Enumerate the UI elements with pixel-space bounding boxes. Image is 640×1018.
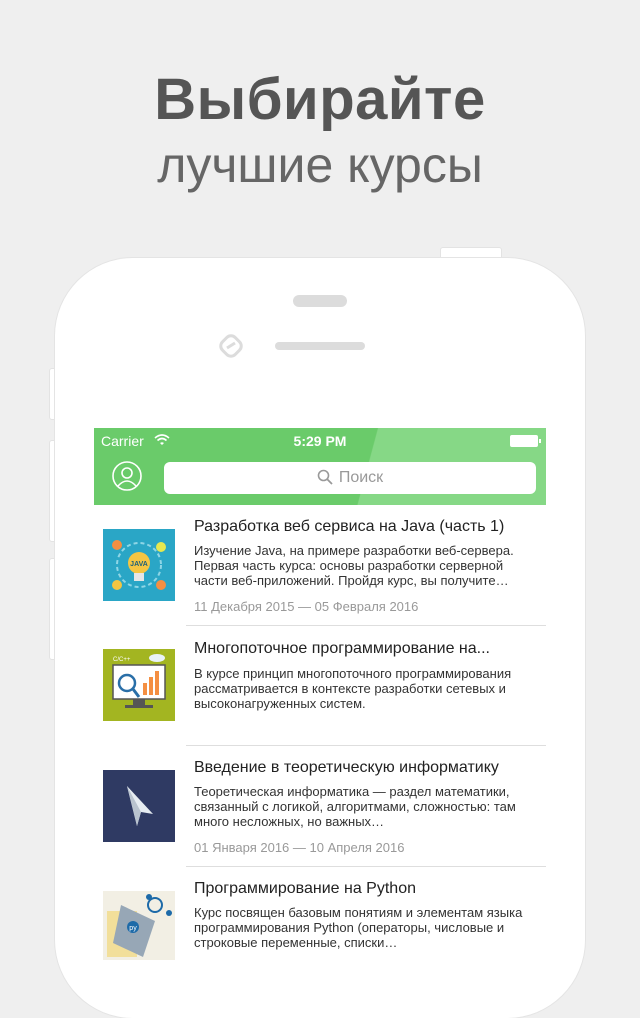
svg-text:py: py (129, 925, 137, 932)
status-bar: Carrier 5:29 PM (94, 432, 546, 452)
paper-plane-icon (103, 770, 175, 842)
battery-icon (510, 435, 541, 447)
course-description: Изучение Java, на примере разработки веб… (194, 543, 514, 588)
course-dates: 11 Декабря 2015 — 05 Февраля 2016 (194, 599, 419, 614)
course-description: В курсе принцип многопоточного программи… (194, 666, 512, 711)
stepik-logo-icon (219, 334, 243, 358)
list-divider (186, 866, 546, 867)
course-dates: 01 Января 2016 — 10 Апреля 2016 (194, 840, 405, 855)
app-screen: Carrier 5:29 PM Поиск JAVA Разработка ве… (94, 428, 546, 960)
list-divider (186, 745, 546, 746)
svg-text:C/C++: C/C++ (113, 657, 131, 663)
monitor-analytics-icon: C/C++ (103, 649, 175, 721)
course-title: Программирование на Python (194, 880, 416, 897)
search-input[interactable]: Поиск (164, 462, 536, 494)
course-title: Разработка веб сервиса на Java (часть 1) (194, 518, 505, 535)
promo-headline: Выбирайте (154, 67, 486, 132)
promo-subheadline: лучшие курсы (157, 137, 483, 193)
app-header: Carrier 5:29 PM Поиск (94, 428, 546, 505)
list-divider (186, 625, 546, 626)
phone-camera-line (275, 342, 365, 350)
svg-text:JAVA: JAVA (130, 561, 148, 568)
profile-avatar-icon[interactable] (112, 461, 142, 491)
search-placeholder: Поиск (338, 469, 384, 486)
java-lightbulb-icon: JAVA (103, 529, 175, 601)
course-description: Теоретическая информатика — раздел матем… (194, 784, 516, 829)
course-title: Многопоточное программирование на... (194, 640, 490, 657)
course-title: Введение в теоретическую информатику (194, 759, 499, 776)
search-icon (317, 469, 333, 485)
phone-speaker (293, 295, 347, 307)
status-time: 5:29 PM (293, 433, 347, 449)
course-description: Курс посвящен базовым понятиям и элемент… (194, 905, 523, 950)
python-tag-icon: py (103, 891, 175, 960)
